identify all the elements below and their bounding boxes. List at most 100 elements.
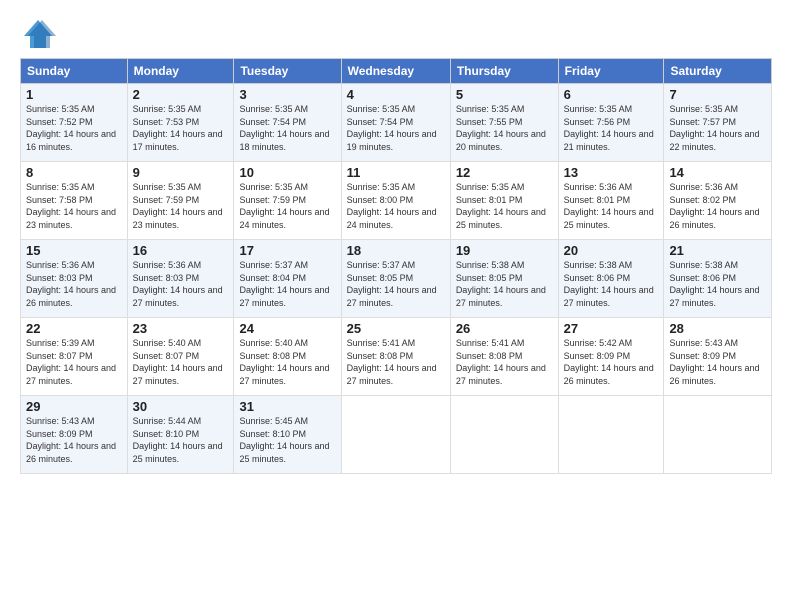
day-info: Sunrise: 5:35 AMSunset: 7:55 PMDaylight:… [456,103,553,153]
day-number: 7 [669,87,766,102]
day-cell: 14Sunrise: 5:36 AMSunset: 8:02 PMDayligh… [664,162,772,240]
day-info: Sunrise: 5:36 AMSunset: 8:03 PMDaylight:… [133,259,229,309]
day-cell: 31Sunrise: 5:45 AMSunset: 8:10 PMDayligh… [234,396,341,474]
day-info: Sunrise: 5:43 AMSunset: 8:09 PMDaylight:… [669,337,766,387]
day-cell [450,396,558,474]
day-cell: 27Sunrise: 5:42 AMSunset: 8:09 PMDayligh… [558,318,664,396]
day-info: Sunrise: 5:36 AMSunset: 8:03 PMDaylight:… [26,259,122,309]
day-number: 6 [564,87,659,102]
day-cell: 1Sunrise: 5:35 AMSunset: 7:52 PMDaylight… [21,84,128,162]
weekday-header-thursday: Thursday [450,59,558,84]
day-cell: 4Sunrise: 5:35 AMSunset: 7:54 PMDaylight… [341,84,450,162]
day-cell: 10Sunrise: 5:35 AMSunset: 7:59 PMDayligh… [234,162,341,240]
day-info: Sunrise: 5:38 AMSunset: 8:05 PMDaylight:… [456,259,553,309]
day-cell: 26Sunrise: 5:41 AMSunset: 8:08 PMDayligh… [450,318,558,396]
day-cell: 2Sunrise: 5:35 AMSunset: 7:53 PMDaylight… [127,84,234,162]
day-cell: 8Sunrise: 5:35 AMSunset: 7:58 PMDaylight… [21,162,128,240]
day-number: 25 [347,321,445,336]
weekday-header-saturday: Saturday [664,59,772,84]
day-number: 2 [133,87,229,102]
week-row-4: 22Sunrise: 5:39 AMSunset: 8:07 PMDayligh… [21,318,772,396]
day-number: 19 [456,243,553,258]
day-number: 5 [456,87,553,102]
day-number: 26 [456,321,553,336]
day-cell: 3Sunrise: 5:35 AMSunset: 7:54 PMDaylight… [234,84,341,162]
day-number: 16 [133,243,229,258]
day-info: Sunrise: 5:35 AMSunset: 7:57 PMDaylight:… [669,103,766,153]
day-number: 12 [456,165,553,180]
day-cell: 5Sunrise: 5:35 AMSunset: 7:55 PMDaylight… [450,84,558,162]
logo-icon [20,16,56,52]
day-cell: 23Sunrise: 5:40 AMSunset: 8:07 PMDayligh… [127,318,234,396]
day-info: Sunrise: 5:38 AMSunset: 8:06 PMDaylight:… [564,259,659,309]
day-number: 1 [26,87,122,102]
weekday-header-tuesday: Tuesday [234,59,341,84]
day-info: Sunrise: 5:41 AMSunset: 8:08 PMDaylight:… [347,337,445,387]
day-info: Sunrise: 5:44 AMSunset: 8:10 PMDaylight:… [133,415,229,465]
day-cell: 29Sunrise: 5:43 AMSunset: 8:09 PMDayligh… [21,396,128,474]
day-number: 29 [26,399,122,414]
day-number: 27 [564,321,659,336]
day-number: 20 [564,243,659,258]
day-number: 9 [133,165,229,180]
day-info: Sunrise: 5:36 AMSunset: 8:02 PMDaylight:… [669,181,766,231]
weekday-header-row: SundayMondayTuesdayWednesdayThursdayFrid… [21,59,772,84]
day-cell: 7Sunrise: 5:35 AMSunset: 7:57 PMDaylight… [664,84,772,162]
day-cell: 17Sunrise: 5:37 AMSunset: 8:04 PMDayligh… [234,240,341,318]
day-number: 10 [239,165,335,180]
weekday-header-wednesday: Wednesday [341,59,450,84]
day-info: Sunrise: 5:35 AMSunset: 7:58 PMDaylight:… [26,181,122,231]
day-info: Sunrise: 5:35 AMSunset: 8:01 PMDaylight:… [456,181,553,231]
day-cell [558,396,664,474]
day-info: Sunrise: 5:43 AMSunset: 8:09 PMDaylight:… [26,415,122,465]
page: SundayMondayTuesdayWednesdayThursdayFrid… [0,0,792,612]
day-number: 4 [347,87,445,102]
day-cell: 16Sunrise: 5:36 AMSunset: 8:03 PMDayligh… [127,240,234,318]
day-number: 11 [347,165,445,180]
week-row-5: 29Sunrise: 5:43 AMSunset: 8:09 PMDayligh… [21,396,772,474]
day-info: Sunrise: 5:38 AMSunset: 8:06 PMDaylight:… [669,259,766,309]
day-cell: 28Sunrise: 5:43 AMSunset: 8:09 PMDayligh… [664,318,772,396]
day-info: Sunrise: 5:35 AMSunset: 7:56 PMDaylight:… [564,103,659,153]
week-row-1: 1Sunrise: 5:35 AMSunset: 7:52 PMDaylight… [21,84,772,162]
day-info: Sunrise: 5:37 AMSunset: 8:05 PMDaylight:… [347,259,445,309]
day-info: Sunrise: 5:35 AMSunset: 7:52 PMDaylight:… [26,103,122,153]
day-cell: 15Sunrise: 5:36 AMSunset: 8:03 PMDayligh… [21,240,128,318]
day-info: Sunrise: 5:35 AMSunset: 7:59 PMDaylight:… [239,181,335,231]
day-info: Sunrise: 5:42 AMSunset: 8:09 PMDaylight:… [564,337,659,387]
day-cell: 19Sunrise: 5:38 AMSunset: 8:05 PMDayligh… [450,240,558,318]
day-cell: 18Sunrise: 5:37 AMSunset: 8:05 PMDayligh… [341,240,450,318]
day-number: 28 [669,321,766,336]
day-number: 31 [239,399,335,414]
day-cell: 9Sunrise: 5:35 AMSunset: 7:59 PMDaylight… [127,162,234,240]
day-cell: 20Sunrise: 5:38 AMSunset: 8:06 PMDayligh… [558,240,664,318]
day-number: 21 [669,243,766,258]
day-cell: 22Sunrise: 5:39 AMSunset: 8:07 PMDayligh… [21,318,128,396]
logo [20,16,60,52]
day-info: Sunrise: 5:35 AMSunset: 7:54 PMDaylight:… [347,103,445,153]
day-info: Sunrise: 5:35 AMSunset: 8:00 PMDaylight:… [347,181,445,231]
header [20,16,772,52]
day-info: Sunrise: 5:35 AMSunset: 7:54 PMDaylight:… [239,103,335,153]
calendar: SundayMondayTuesdayWednesdayThursdayFrid… [20,58,772,474]
weekday-header-sunday: Sunday [21,59,128,84]
day-info: Sunrise: 5:45 AMSunset: 8:10 PMDaylight:… [239,415,335,465]
day-number: 13 [564,165,659,180]
day-cell: 11Sunrise: 5:35 AMSunset: 8:00 PMDayligh… [341,162,450,240]
day-number: 24 [239,321,335,336]
day-number: 8 [26,165,122,180]
day-cell: 13Sunrise: 5:36 AMSunset: 8:01 PMDayligh… [558,162,664,240]
day-cell: 6Sunrise: 5:35 AMSunset: 7:56 PMDaylight… [558,84,664,162]
day-cell: 24Sunrise: 5:40 AMSunset: 8:08 PMDayligh… [234,318,341,396]
day-info: Sunrise: 5:39 AMSunset: 8:07 PMDaylight:… [26,337,122,387]
day-number: 22 [26,321,122,336]
day-info: Sunrise: 5:40 AMSunset: 8:08 PMDaylight:… [239,337,335,387]
day-cell: 21Sunrise: 5:38 AMSunset: 8:06 PMDayligh… [664,240,772,318]
day-cell: 25Sunrise: 5:41 AMSunset: 8:08 PMDayligh… [341,318,450,396]
day-info: Sunrise: 5:36 AMSunset: 8:01 PMDaylight:… [564,181,659,231]
day-number: 23 [133,321,229,336]
day-number: 15 [26,243,122,258]
day-info: Sunrise: 5:37 AMSunset: 8:04 PMDaylight:… [239,259,335,309]
day-number: 18 [347,243,445,258]
day-number: 3 [239,87,335,102]
